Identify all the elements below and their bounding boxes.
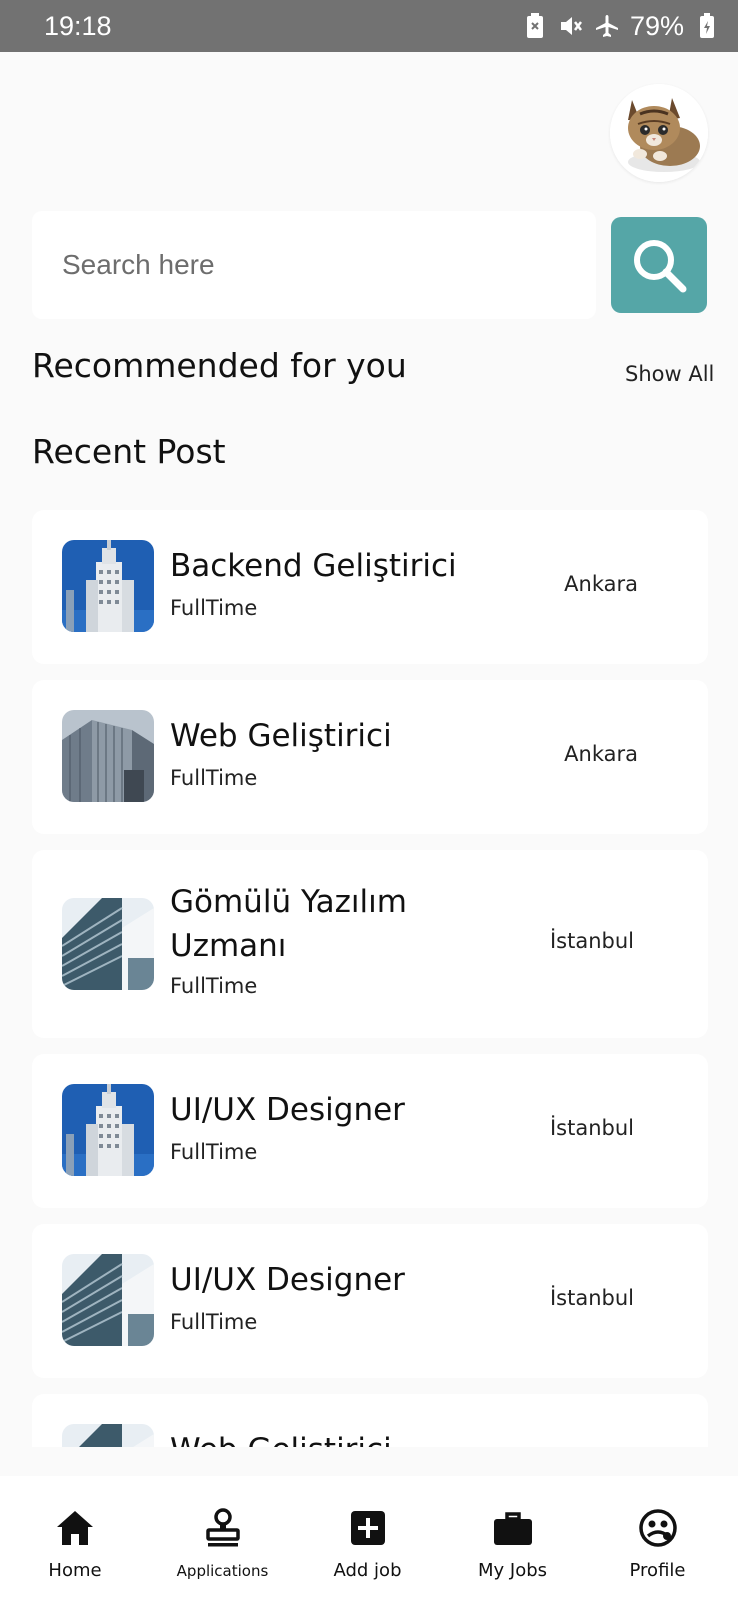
building-thumbnail (62, 1254, 154, 1346)
job-list: Backend Geliştirici FullTime Ankara Web … (32, 510, 708, 1447)
job-title: UI/UX Designer (170, 1092, 405, 1128)
nav-label: Applications (176, 1562, 269, 1580)
job-card[interactable]: Web Geliştirici FullTime Ankara (32, 680, 708, 834)
nav-applications[interactable]: Applications (150, 1476, 295, 1600)
status-bar: 19:18 79% (0, 0, 738, 52)
job-title: Web Geliştirici (170, 1428, 470, 1447)
nav-label: My Jobs (477, 1560, 548, 1581)
nav-label: Add job (333, 1560, 402, 1581)
airplane-icon (594, 11, 620, 41)
job-card[interactable]: Gömülü Yazılım Uzmanı FullTime İstanbul (32, 850, 708, 1038)
stamp-icon (201, 1506, 245, 1550)
job-card[interactable]: Web Geliştirici (32, 1394, 708, 1447)
search-field[interactable] (32, 211, 596, 319)
job-city: Ankara (564, 572, 638, 596)
job-card[interactable]: UI/UX Designer FullTime İstanbul (32, 1224, 708, 1378)
recommended-title: Recommended for you (32, 346, 407, 385)
job-type: FullTime (170, 766, 258, 790)
battery-icon (694, 11, 720, 41)
nav-profile[interactable]: Profile (585, 1476, 730, 1600)
job-title: Gömülü Yazılım Uzmanı (170, 884, 407, 964)
search-button[interactable] (611, 217, 707, 313)
building-thumbnail (62, 1424, 154, 1447)
nav-label: Home (48, 1560, 102, 1581)
recent-post-title: Recent Post (32, 432, 226, 471)
status-time: 19:18 (44, 10, 112, 41)
add-box-icon (346, 1506, 390, 1550)
nav-home[interactable]: Home (0, 1476, 150, 1600)
nav-my-jobs[interactable]: My Jobs (440, 1476, 585, 1600)
mute-icon (558, 11, 584, 41)
nav-add-job[interactable]: Add job (295, 1476, 440, 1600)
building-thumbnail (62, 540, 154, 632)
job-type: FullTime (170, 596, 258, 620)
battery-percent: 79% (629, 10, 684, 41)
bottom-navigation: Home Applications Add job My Jobs Profil… (0, 1476, 738, 1600)
job-title: UI/UX Designer (170, 1262, 405, 1298)
job-title: Backend Geliştirici (170, 548, 457, 584)
briefcase-icon (491, 1506, 535, 1550)
avatar[interactable] (610, 84, 708, 182)
job-type: FullTime (170, 974, 258, 998)
building-thumbnail (62, 1084, 154, 1176)
job-card[interactable]: Backend Geliştirici FullTime Ankara (32, 510, 708, 664)
job-card[interactable]: UI/UX Designer FullTime İstanbul (32, 1054, 708, 1208)
job-city: İstanbul (549, 1286, 634, 1310)
battery-saver-icon (522, 11, 548, 41)
job-city: İstanbul (549, 929, 634, 953)
face-icon (636, 1506, 680, 1550)
show-all-link[interactable]: Show All (625, 362, 714, 386)
building-thumbnail (62, 898, 154, 990)
status-icons: 79% (522, 11, 720, 42)
search-icon (634, 240, 687, 293)
home-icon (53, 1506, 97, 1550)
building-thumbnail (62, 710, 154, 802)
cat-avatar (610, 84, 708, 182)
job-city: İstanbul (549, 1116, 634, 1140)
job-city: Ankara (564, 742, 638, 766)
search-input[interactable] (62, 249, 596, 281)
job-type: FullTime (170, 1310, 258, 1334)
nav-label: Profile (629, 1560, 686, 1581)
job-type: FullTime (170, 1140, 258, 1164)
job-title: Web Geliştirici (170, 718, 392, 754)
